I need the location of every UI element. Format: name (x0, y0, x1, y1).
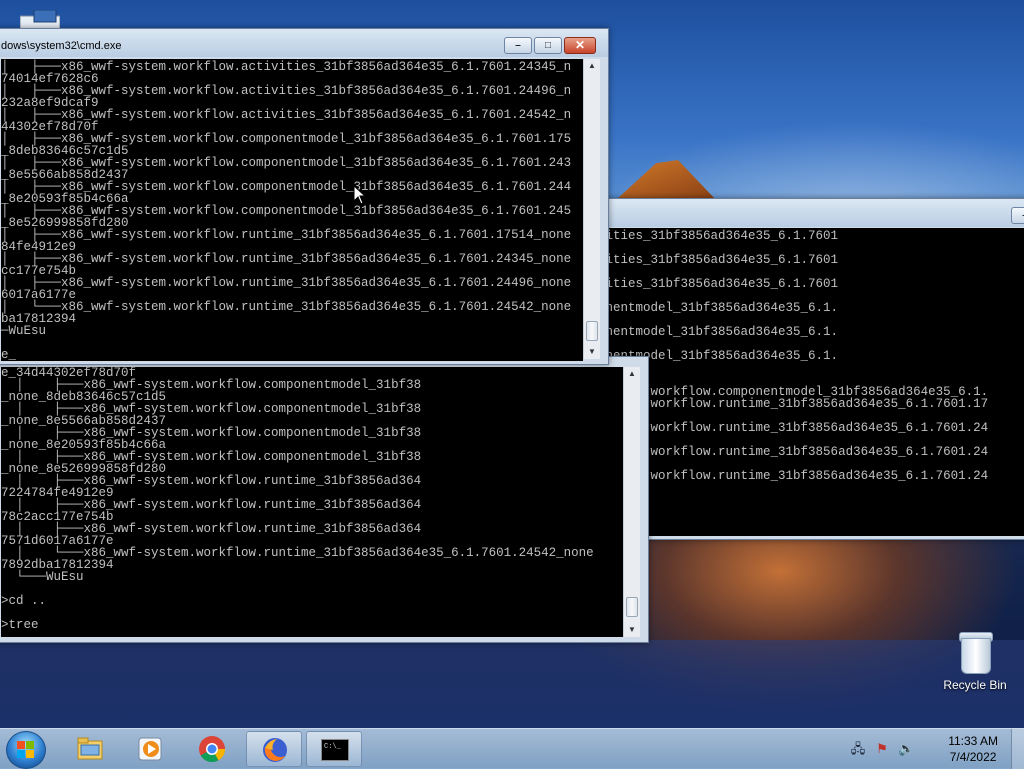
scroll-down-arrow[interactable]: ▼ (584, 345, 600, 359)
console-output-back[interactable]: e_34d44302ef78d70f │ ├───x86_wwf-system.… (1, 367, 623, 637)
console-line: >tree (1, 618, 39, 632)
taskbar-explorer[interactable] (62, 731, 118, 767)
console-lines: │ ├───x86_wwf-system.workflow.activities… (1, 61, 583, 361)
close-button[interactable]: ✕ (564, 37, 596, 54)
mouse-cursor-icon (354, 186, 366, 205)
start-button[interactable] (6, 731, 46, 769)
console-output-front[interactable]: │ ├───x86_wwf-system.workflow.activities… (1, 59, 583, 361)
console-line: └───WuEsu (1, 570, 84, 584)
scroll-thumb[interactable] (586, 321, 598, 341)
vertical-scrollbar[interactable]: ▲ ▼ (583, 59, 600, 359)
cmd-window-front-titlebar[interactable]: dows\system32\cmd.exe – □ ✕ (0, 29, 608, 57)
vertical-scrollbar[interactable]: ▲ ▼ (623, 367, 640, 637)
recycle-bin[interactable]: Recycle Bin (935, 630, 1015, 692)
console-line: 7892dba17812394 (1, 558, 114, 572)
recycle-bin-label: Recycle Bin (943, 678, 1007, 692)
cmd-window-front[interactable]: dows\system32\cmd.exe – □ ✕ │ ├───x86_ww… (0, 28, 609, 365)
scroll-down-arrow[interactable]: ▼ (624, 623, 640, 637)
volume-icon[interactable]: 🔈 (898, 741, 914, 757)
close-icon: ✕ (574, 38, 586, 52)
console-line: │ ├───x86_wwf-system.workflow.runtime_31… (1, 252, 572, 266)
minimize-button[interactable]: – (1011, 207, 1024, 224)
scroll-up-arrow[interactable]: ▲ (624, 367, 640, 381)
action-center-icon[interactable]: ⚑ (874, 741, 890, 757)
media-player-icon (138, 737, 162, 761)
cmd-window-back[interactable]: e_34d44302ef78d70f │ ├───x86_wwf-system.… (0, 356, 649, 643)
console-line: >cd .. (1, 594, 47, 608)
console-line: ─WuEsu (1, 324, 47, 338)
caption-buttons: – □ ✕ (502, 37, 596, 55)
maximize-icon: □ (544, 40, 552, 51)
console-line: │ └───x86_wwf-system.workflow.runtime_31… (1, 300, 572, 314)
console-line: ba17812394 (1, 312, 77, 326)
folder-icon (77, 737, 103, 760)
scroll-thumb[interactable] (626, 597, 638, 617)
cmd-icon-text: C:\_ (324, 743, 341, 751)
system-tray: 🖧 ⚑ 🔈 11:33 AM 7/4/2022 (851, 729, 1024, 769)
recycle-bin-icon (959, 630, 993, 674)
console-line: e_ (1, 348, 17, 361)
command-prompt-icon: C:\_ (321, 739, 349, 761)
taskbar-firefox[interactable] (246, 731, 302, 767)
maximize-button[interactable]: □ (534, 37, 562, 54)
taskbar-media-player[interactable] (122, 731, 178, 767)
clock-time: 11:33 AM (948, 734, 998, 748)
scroll-up-arrow[interactable]: ▲ (584, 59, 600, 73)
show-desktop-button[interactable] (1011, 729, 1024, 769)
taskbar-chrome[interactable] (184, 731, 240, 767)
clock[interactable]: 11:33 AM 7/4/2022 (948, 733, 998, 765)
clock-date: 7/4/2022 (949, 750, 997, 764)
window-title: dows\system32\cmd.exe (1, 40, 122, 52)
chrome-icon (199, 736, 226, 763)
windows-logo-icon (17, 741, 35, 759)
firefox-icon (263, 738, 287, 762)
console-line: │ ├───x86_wwf-system.workflow.runtime_31… (1, 228, 572, 242)
network-icon[interactable]: 🖧 (850, 741, 866, 757)
console-lines: e_34d44302ef78d70f │ ├───x86_wwf-system.… (1, 367, 623, 631)
lake-water (0, 640, 1024, 730)
taskbar-cmd[interactable]: C:\_ (306, 731, 362, 767)
taskbar: C:\_ 🖧 ⚑ 🔈 11:33 AM 7/4/2022 (0, 728, 1024, 769)
minimize-icon: – (515, 40, 521, 51)
minimize-icon: – (1012, 208, 1024, 223)
console-line: │ ├───x86_wwf-system.workflow.runtime_31… (1, 276, 572, 290)
minimize-button[interactable]: – (504, 37, 532, 54)
